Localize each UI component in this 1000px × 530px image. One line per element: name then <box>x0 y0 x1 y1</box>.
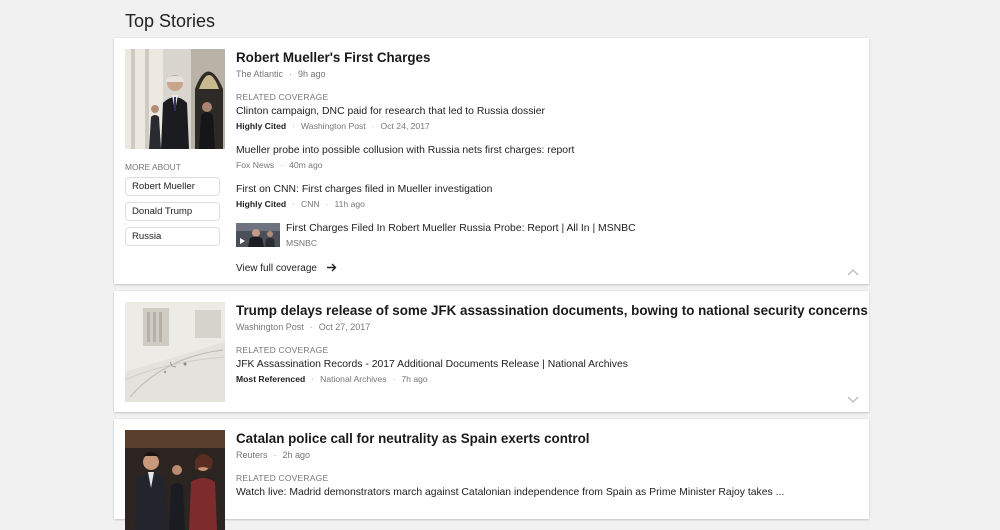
play-icon <box>240 238 245 244</box>
story-headline[interactable]: Trump delays release of some JFK assassi… <box>236 303 868 318</box>
related-article-meta: Highly Cited · Washington Post · Oct 24, 201… <box>236 121 430 131</box>
related-article: First on CNN: First charges filed in Mue… <box>236 184 492 209</box>
topic-chip-robert-mueller[interactable]: Robert Mueller <box>125 177 220 196</box>
meta-separator: · <box>289 69 293 79</box>
highly-cited-badge: Highly Cited <box>236 199 287 209</box>
video-title[interactable]: First Charges Filed In Robert Mueller Ru… <box>286 223 636 234</box>
related-article-title[interactable]: Mueller probe into possible collusion wi… <box>236 145 574 156</box>
story-content: Robert Mueller's First Charges The Atlan… <box>236 50 849 280</box>
highly-cited-badge: Highly Cited <box>236 121 287 131</box>
video-text: First Charges Filed In Robert Mueller Ru… <box>286 223 636 248</box>
most-referenced-badge: Most Referenced <box>236 374 306 384</box>
video-source[interactable]: MSNBC <box>286 238 636 248</box>
related-source[interactable]: CNN <box>301 199 320 209</box>
related-time: 7h ago <box>401 374 428 384</box>
story-image[interactable] <box>125 430 225 530</box>
story-card-jfk: Trump delays release of some JFK assassi… <box>114 291 869 412</box>
related-coverage-label: RELATED COVERAGE <box>236 345 329 355</box>
related-source[interactable]: Washington Post <box>301 121 366 131</box>
related-time: 11h ago <box>334 199 365 209</box>
story-card-mueller: MORE ABOUT Robert Mueller Donald Trump R… <box>114 38 869 284</box>
related-article-meta: Highly Cited · CNN · 11h ago <box>236 199 365 209</box>
related-article: JFK Assassination Records - 2017 Additio… <box>236 359 628 384</box>
story-source[interactable]: Reuters <box>236 450 268 460</box>
related-article: Clinton campaign, DNC paid for research … <box>236 106 545 131</box>
related-time: Oct 24, 2017 <box>380 121 430 131</box>
arrow-right-icon <box>324 262 337 274</box>
related-coverage-label: RELATED COVERAGE <box>236 473 329 483</box>
view-full-coverage-link[interactable]: View full coverage <box>236 262 337 274</box>
related-article-meta: Fox News · 40m ago <box>236 160 323 170</box>
related-source[interactable]: Fox News <box>236 160 274 170</box>
related-article-title[interactable]: First on CNN: First charges filed in Mue… <box>236 184 492 195</box>
story-meta: Washington Post · Oct 27, 2017 <box>236 322 371 332</box>
related-coverage-label: RELATED COVERAGE <box>236 92 329 102</box>
related-video: First Charges Filed In Robert Mueller Ru… <box>236 223 736 249</box>
story-meta: Reuters · 2h ago <box>236 450 311 460</box>
view-full-coverage-label: View full coverage <box>236 263 317 274</box>
story-time: 2h ago <box>282 450 311 460</box>
story-source[interactable]: The Atlantic <box>236 69 283 79</box>
related-article-meta: Most Referenced · National Archives · 7h ago <box>236 374 428 384</box>
story-source[interactable]: Washington Post <box>236 322 304 332</box>
story-headline[interactable]: Catalan police call for neutrality as Sp… <box>236 431 849 446</box>
related-article-title[interactable]: JFK Assassination Records - 2017 Additio… <box>236 359 628 370</box>
related-time: 40m ago <box>289 160 323 170</box>
story-content: Catalan police call for neutrality as Sp… <box>236 431 849 511</box>
chevron-up-icon[interactable] <box>847 263 859 276</box>
story-time: Oct 27, 2017 <box>318 322 371 332</box>
story-headline[interactable]: Robert Mueller's First Charges <box>236 50 849 65</box>
more-about-label: MORE ABOUT <box>125 162 181 172</box>
related-article-title[interactable]: Clinton campaign, DNC paid for research … <box>236 106 545 117</box>
chevron-down-icon[interactable] <box>847 391 859 403</box>
story-meta: The Atlantic · 9h ago <box>236 69 849 79</box>
video-thumbnail[interactable] <box>236 223 280 247</box>
page-title: Top Stories <box>125 11 216 31</box>
related-article-title[interactable]: Watch live: Madrid demonstrators march a… <box>236 487 784 498</box>
story-time: 9h ago <box>298 69 326 79</box>
related-article: Mueller probe into possible collusion wi… <box>236 145 574 170</box>
story-card-catalan: Catalan police call for neutrality as Sp… <box>114 419 869 530</box>
topic-chip-russia[interactable]: Russia <box>125 227 220 246</box>
topic-chip-donald-trump[interactable]: Donald Trump <box>125 202 220 221</box>
related-article: Watch live: Madrid demonstrators march a… <box>236 487 784 498</box>
story-image[interactable] <box>125 302 225 402</box>
story-content: Trump delays release of some JFK assassi… <box>236 303 868 413</box>
story-image[interactable] <box>125 49 225 149</box>
related-source[interactable]: National Archives <box>320 374 386 384</box>
